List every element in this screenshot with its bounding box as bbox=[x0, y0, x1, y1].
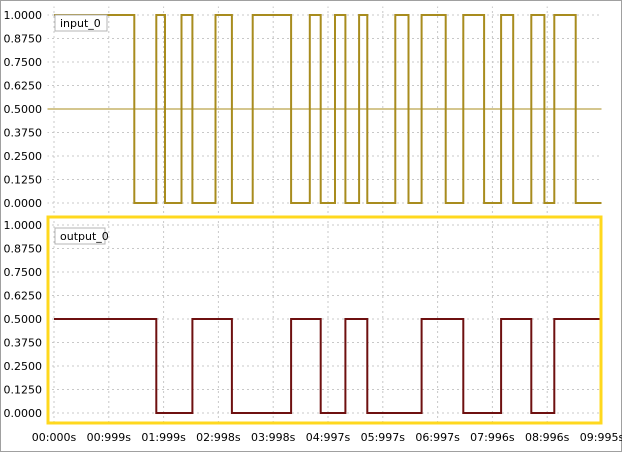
y-tick-label: 0.3750 bbox=[4, 127, 43, 140]
time-tick-label: 02:998s bbox=[196, 431, 241, 444]
time-tick-label: 04:997s bbox=[306, 431, 351, 444]
time-tick-label: 03:998s bbox=[251, 431, 296, 444]
y-tick-label: 0.2500 bbox=[4, 360, 43, 373]
y-tick-label: 0.7500 bbox=[4, 266, 43, 279]
y-tick-label: 1.0000 bbox=[4, 9, 43, 22]
time-tick-label: 06:997s bbox=[415, 431, 460, 444]
time-tick-label: 01:999s bbox=[141, 431, 186, 444]
scope-window: 1.0000 0.8750 0.7500 0.6250 0.5000 0.3750 0.25… bbox=[0, 0, 622, 452]
y-tick-label: 0.1250 bbox=[4, 174, 43, 187]
y-tick-label: 0.6250 bbox=[4, 290, 43, 303]
time-axis: 00:000s 00:999s 01:999s 02:998s 03:998s 04:99… bbox=[32, 431, 622, 444]
input-y-axis: 1.0000 0.8750 0.7500 0.6250 0.5000 0.3750 0.25… bbox=[4, 9, 43, 210]
y-tick-label: 0.1250 bbox=[4, 384, 43, 397]
y-tick-label: 0.8750 bbox=[4, 243, 43, 256]
y-tick-label: 1.0000 bbox=[4, 219, 43, 232]
y-tick-label: 0.0000 bbox=[4, 197, 43, 210]
output-legend-label: output_0 bbox=[60, 230, 109, 243]
time-tick-label: 07:996s bbox=[470, 431, 515, 444]
input-plot-area[interactable] bbox=[47, 6, 602, 214]
oscilloscope-plot: 1.0000 0.8750 0.7500 0.6250 0.5000 0.3750 0.25… bbox=[0, 0, 622, 452]
input-legend-label: input_0 bbox=[60, 17, 101, 30]
output-panel[interactable]: 1.0000 0.8750 0.7500 0.6250 0.5000 0.3750 0.25… bbox=[4, 215, 603, 425]
time-tick-label: 08:996s bbox=[525, 431, 570, 444]
y-tick-label: 0.7500 bbox=[4, 56, 43, 69]
output-y-axis: 1.0000 0.8750 0.7500 0.6250 0.5000 0.3750 0.25… bbox=[4, 219, 43, 420]
y-tick-label: 0.5000 bbox=[4, 103, 43, 116]
y-tick-label: 0.3750 bbox=[4, 337, 43, 350]
input-panel[interactable]: 1.0000 0.8750 0.7500 0.6250 0.5000 0.3750 0.25… bbox=[4, 5, 603, 215]
y-tick-label: 0.6250 bbox=[4, 80, 43, 93]
y-tick-label: 0.2500 bbox=[4, 150, 43, 163]
output-legend: output_0 bbox=[54, 227, 109, 245]
y-tick-label: 0.0000 bbox=[4, 407, 43, 420]
y-tick-label: 0.8750 bbox=[4, 33, 43, 46]
time-tick-label: 00:999s bbox=[87, 431, 132, 444]
time-tick-label: 05:997s bbox=[361, 431, 406, 444]
y-tick-label: 0.5000 bbox=[4, 313, 43, 326]
time-tick-label: 09:995s bbox=[580, 431, 622, 444]
time-tick-label: 00:000s bbox=[32, 431, 77, 444]
input-legend: input_0 bbox=[54, 14, 108, 32]
